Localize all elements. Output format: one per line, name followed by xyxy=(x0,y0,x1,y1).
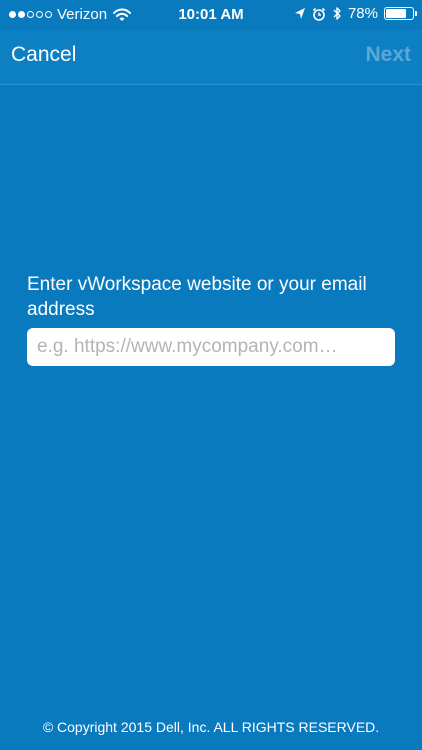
battery-fill xyxy=(386,9,407,18)
cancel-button[interactable]: Cancel xyxy=(11,43,76,67)
battery-icon xyxy=(384,7,417,20)
status-bar: Verizon 10:01 AM 78% xyxy=(0,0,422,30)
navigation-bar: Cancel Next xyxy=(0,30,422,85)
server-address-label: Enter vWorkspace website or your email a… xyxy=(27,274,367,320)
server-address-input[interactable] xyxy=(27,328,395,366)
bluetooth-icon xyxy=(333,7,341,20)
battery-percent: 78% xyxy=(347,5,378,22)
alarm-clock-icon xyxy=(312,7,326,21)
location-arrow-icon xyxy=(294,8,305,19)
status-right: 78% xyxy=(294,5,417,22)
next-button[interactable]: Next xyxy=(365,43,411,67)
copyright-footer: © Copyright 2015 Dell, Inc. ALL RIGHTS R… xyxy=(42,719,380,735)
screen: Verizon 10:01 AM 78% Cancel Next Enter v… xyxy=(0,0,422,750)
